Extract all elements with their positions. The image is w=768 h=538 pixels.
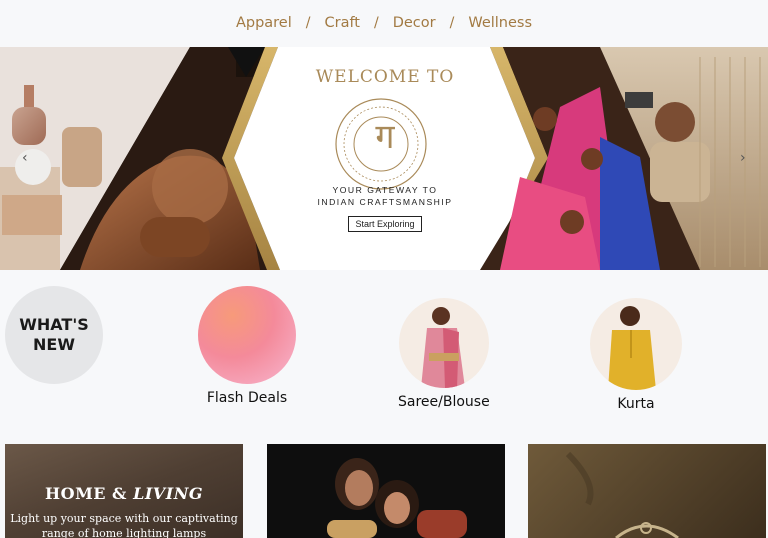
hero-prev-arrow[interactable]: ‹: [22, 150, 28, 166]
kurta-circle[interactable]: [590, 298, 682, 390]
home-title-part-a: HOME &: [45, 484, 134, 503]
hero-welcome-text: WELCOME TO: [315, 67, 455, 87]
category-label[interactable]: Kurta: [617, 396, 654, 412]
jewelry-image: [565, 451, 679, 538]
nav-apparel[interactable]: Apparel: [236, 15, 292, 31]
home-living-subtitle-line2: range of home lighting lamps: [41, 527, 207, 538]
home-living-subtitle: Light up your space with our captivating…: [5, 511, 243, 538]
flash-deals-circle[interactable]: [198, 286, 296, 384]
nav-separator: /: [449, 15, 455, 31]
hero-center-content: WELCOME TO ग YOUR GATEWAY TO INDIAN CRAF…: [265, 47, 505, 270]
whats-new-circle[interactable]: WHAT'S NEW: [5, 286, 103, 384]
start-exploring-button[interactable]: Start Exploring: [348, 216, 422, 232]
home-living-subtitle-line1: Light up your space with our captivating: [10, 512, 238, 525]
nav-separator: /: [374, 15, 379, 31]
jewelry-card[interactable]: [528, 444, 766, 538]
hero-tagline: YOUR GATEWAY TO INDIAN CRAFTSMANSHIP: [317, 184, 452, 208]
category-kurta[interactable]: Kurta: [590, 298, 682, 412]
saree-circle[interactable]: [398, 298, 489, 388]
nav-separator: /: [305, 15, 311, 31]
hero-next-arrow[interactable]: ›: [740, 150, 746, 166]
fashion-models-image: [267, 444, 505, 538]
category-saree-blouse[interactable]: Saree/Blouse: [398, 298, 490, 410]
nav-wellness[interactable]: Wellness: [468, 15, 532, 31]
category-label[interactable]: Saree/Blouse: [398, 394, 490, 410]
top-nav: Apparel / Craft / Decor / Wellness: [0, 0, 768, 46]
category-whats-new[interactable]: WHAT'S NEW: [5, 286, 103, 384]
nav-decor[interactable]: Decor: [393, 15, 436, 31]
home-living-card[interactable]: HOME & LIVING Light up your space with o…: [5, 444, 243, 538]
hero-tagline-line1: YOUR GATEWAY TO: [332, 185, 438, 195]
whats-new-line2: NEW: [33, 335, 75, 354]
saree-model-image: [420, 307, 465, 388]
nav-craft[interactable]: Craft: [324, 15, 360, 31]
category-label[interactable]: Flash Deals: [207, 390, 287, 406]
hero-banner[interactable]: ‹ › WELCOME TO ग YOUR GATEWAY TO INDIAN …: [0, 47, 768, 270]
category-strip: WHAT'S NEW Flash Deals Saree/Blouse Kurt…: [0, 270, 768, 440]
category-flash-deals[interactable]: Flash Deals: [198, 286, 296, 406]
hero-tagline-line2: INDIAN CRAFTSMANSHIP: [317, 197, 453, 207]
home-title-part-b: LIVING: [133, 484, 203, 503]
fashion-models-card[interactable]: [267, 444, 505, 538]
whats-new-line1: WHAT'S: [19, 315, 89, 334]
kurta-model-image: [608, 306, 656, 390]
home-living-title: HOME & LIVING: [5, 484, 243, 503]
brand-logo-glyph: ग: [375, 117, 395, 157]
